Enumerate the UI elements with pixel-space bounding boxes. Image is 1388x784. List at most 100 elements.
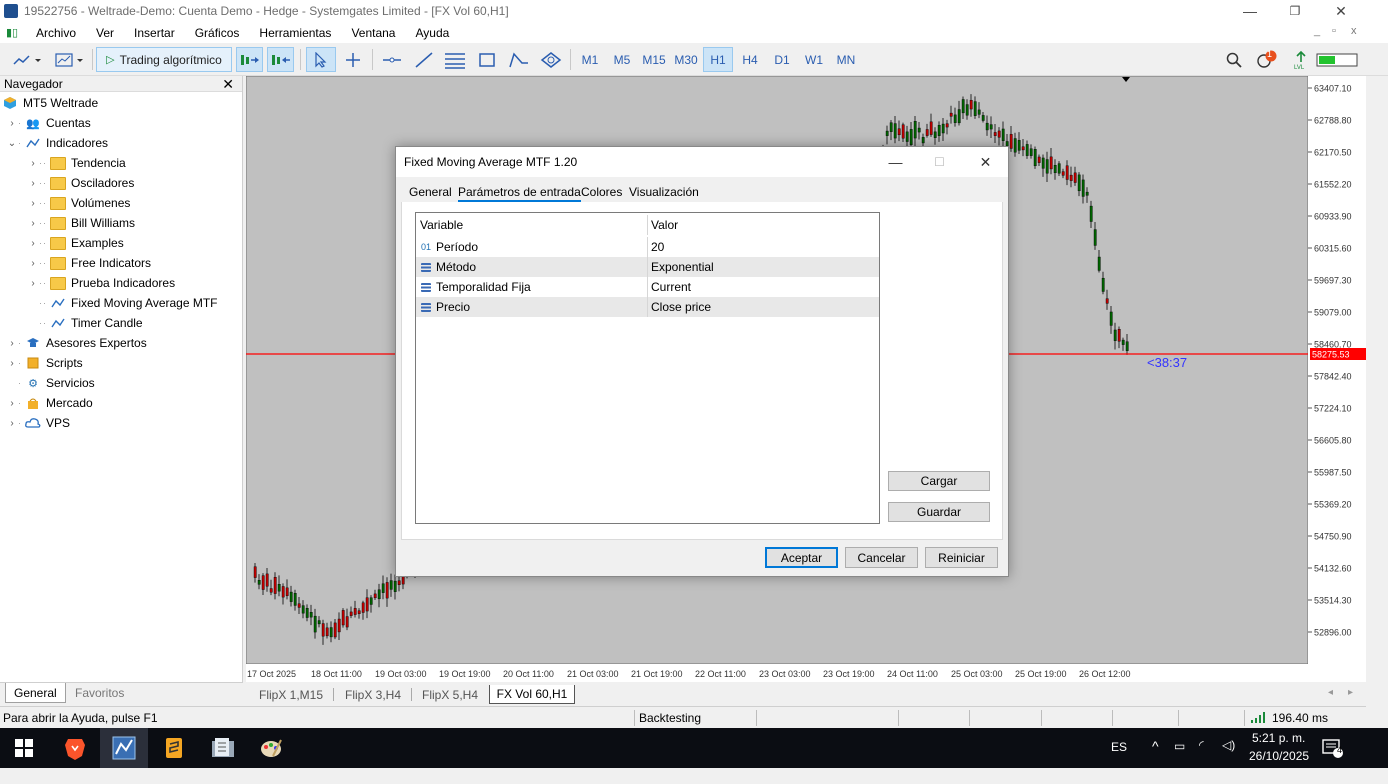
shapes-icon[interactable] — [537, 47, 565, 72]
nav-item-fixed-moving-average-mtf[interactable]: ·· Fixed Moving Average MTF — [27, 293, 218, 313]
sublime-text-icon[interactable] — [150, 728, 198, 768]
trendline-icon[interactable] — [410, 47, 438, 72]
mdi-restore-button[interactable]: ▫ — [1332, 25, 1336, 37]
accept-button[interactable]: Aceptar — [765, 547, 838, 568]
cursor-icon[interactable] — [306, 47, 336, 72]
param-value-precio[interactable]: Close price — [647, 297, 879, 317]
maximize-button[interactable]: ❐ — [1272, 0, 1318, 22]
close-button[interactable]: ✕ — [1318, 0, 1364, 22]
template-icon[interactable] — [50, 47, 88, 72]
nav-item-free-indicators[interactable]: › ·· Free Indicators — [27, 253, 151, 273]
tab-general[interactable]: General — [5, 683, 66, 703]
algo-trading-button[interactable]: ▷ Trading algorítmico — [96, 47, 232, 72]
dialog-minimize-button[interactable]: — — [873, 147, 918, 177]
dialog-tab-colores[interactable]: Colores — [581, 185, 622, 199]
nav-item-prueba-indicadores[interactable]: › ·· Prueba Indicadores — [27, 273, 175, 293]
param-value-metodo[interactable]: Exponential — [647, 257, 879, 277]
timeframe-w1[interactable]: W1 — [799, 47, 829, 72]
menu-insertar[interactable]: Insertar — [124, 26, 185, 40]
language-indicator[interactable]: ES — [1111, 740, 1127, 754]
timeframe-m15[interactable]: M15 — [639, 47, 669, 72]
chevron-right-icon[interactable]: › — [6, 118, 18, 129]
mdi-close-button[interactable]: x — [1351, 25, 1357, 37]
clock-date[interactable]: 26/10/2025 — [1249, 749, 1309, 763]
chevron-right-icon[interactable]: › — [6, 358, 18, 369]
chart-tab-flipx3[interactable]: FlipX 3,H4 — [335, 685, 411, 704]
chevron-right-icon[interactable]: › — [6, 398, 18, 409]
line-chart-icon[interactable] — [8, 47, 46, 72]
nav-item-cuentas[interactable]: › · 👥 Cuentas — [6, 113, 90, 133]
load-button[interactable]: Cargar — [888, 471, 990, 491]
action-center-icon[interactable]: 4 — [1312, 728, 1352, 768]
file-explorer-icon[interactable] — [199, 728, 247, 768]
crosshair-icon[interactable] — [339, 47, 367, 72]
nav-item-bill-williams[interactable]: › ·· Bill Williams — [27, 213, 135, 233]
nav-item-indicadores[interactable]: ⌄ · Indicadores — [6, 133, 108, 153]
volume-icon[interactable]: ◁) — [1222, 738, 1235, 752]
rectangle-icon[interactable] — [473, 47, 501, 72]
tab-favoritos[interactable]: Favoritos — [67, 683, 132, 703]
nav-item-vps[interactable]: › · VPS — [6, 413, 70, 433]
nav-item-tendencia[interactable]: › ·· Tendencia — [27, 153, 125, 173]
mdi-minimize-button[interactable]: _ — [1314, 25, 1320, 37]
nav-item-volumenes[interactable]: › ·· Volúmenes — [27, 193, 130, 213]
nav-item-osciladores[interactable]: › ·· Osciladores — [27, 173, 134, 193]
menu-herramientas[interactable]: Herramientas — [249, 26, 341, 40]
fibo-icon[interactable] — [505, 47, 533, 72]
menu-ayuda[interactable]: Ayuda — [405, 26, 459, 40]
tab-scroll-left-icon[interactable]: ◂ — [1328, 687, 1333, 698]
timeframe-h1[interactable]: H1 — [703, 47, 733, 72]
param-value-periodo[interactable]: 20 — [647, 237, 879, 257]
metatrader-taskbar-icon[interactable] — [100, 728, 148, 768]
chevron-right-icon[interactable]: › — [27, 178, 39, 189]
wifi-icon[interactable]: ◜ — [1199, 738, 1204, 752]
cancel-button[interactable]: Cancelar — [845, 547, 918, 568]
timeframe-m5[interactable]: M5 — [607, 47, 637, 72]
chevron-down-icon[interactable]: ⌄ — [6, 138, 18, 149]
windows-start-icon[interactable] — [0, 728, 48, 768]
chevron-right-icon[interactable]: › — [27, 278, 39, 289]
horizontal-line-icon[interactable] — [378, 47, 406, 72]
clock-time[interactable]: 5:21 p. m. — [1252, 731, 1305, 745]
menu-ventana[interactable]: Ventana — [341, 26, 405, 40]
minimize-button[interactable]: — — [1227, 0, 1273, 22]
dialog-tab-general[interactable]: General — [409, 185, 452, 199]
timeframe-h4[interactable]: H4 — [735, 47, 765, 72]
status-profile[interactable]: Backtesting — [639, 707, 701, 729]
tray-chevron-up-icon[interactable]: ^ — [1152, 738, 1159, 754]
chart-tab-fxvol60[interactable]: FX Vol 60,H1 — [489, 685, 575, 704]
table-row[interactable]: 01 Período 20 — [416, 237, 879, 257]
chevron-right-icon[interactable]: › — [27, 158, 39, 169]
timeframe-m30[interactable]: M30 — [671, 47, 701, 72]
tab-scroll-right-icon[interactable]: ▸ — [1348, 687, 1353, 698]
chart-shift-icon[interactable] — [267, 47, 294, 72]
timeframe-mn[interactable]: MN — [831, 47, 861, 72]
chevron-right-icon[interactable]: › — [27, 238, 39, 249]
reset-button[interactable]: Reiniciar — [925, 547, 998, 568]
table-row[interactable]: Temporalidad Fija Current — [416, 277, 879, 297]
nav-item-timer-candle[interactable]: ·· Timer Candle — [27, 313, 143, 333]
signal-icon[interactable]: LVL — [1291, 47, 1311, 72]
menu-archivo[interactable]: Archivo — [26, 26, 86, 40]
timeframe-m1[interactable]: M1 — [575, 47, 605, 72]
connection-icon[interactable] — [1250, 707, 1266, 729]
nav-item-asesores-expertos[interactable]: › · Asesores Expertos — [6, 333, 146, 353]
paint-icon[interactable] — [247, 728, 295, 768]
channel-icon[interactable] — [441, 47, 469, 72]
chevron-right-icon[interactable]: › — [6, 338, 18, 349]
dialog-tab-visualizacion[interactable]: Visualización — [629, 185, 699, 199]
table-row[interactable]: Método Exponential — [416, 257, 879, 277]
nav-item-mercado[interactable]: › · Mercado — [6, 393, 92, 413]
nav-item-scripts[interactable]: › · Scripts — [6, 353, 82, 373]
chevron-right-icon[interactable]: › — [27, 198, 39, 209]
notification-icon[interactable]: 1 — [1254, 47, 1280, 72]
table-row[interactable]: Precio Close price — [416, 297, 879, 317]
dialog-close-button[interactable]: ✕ — [963, 147, 1008, 177]
autoscroll-icon[interactable] — [236, 47, 263, 72]
chart-tab-flipx1[interactable]: FlipX 1,M15 — [250, 685, 332, 704]
chevron-right-icon[interactable]: › — [27, 258, 39, 269]
dialog-tab-parametros[interactable]: Parámetros de entrada — [458, 185, 581, 202]
nav-item-servicios[interactable]: · ⚙ Servicios — [6, 373, 95, 393]
nav-item-mt5-weltrade[interactable]: MT5 Weltrade — [2, 93, 98, 113]
nav-item-examples[interactable]: › ·· Examples — [27, 233, 123, 253]
